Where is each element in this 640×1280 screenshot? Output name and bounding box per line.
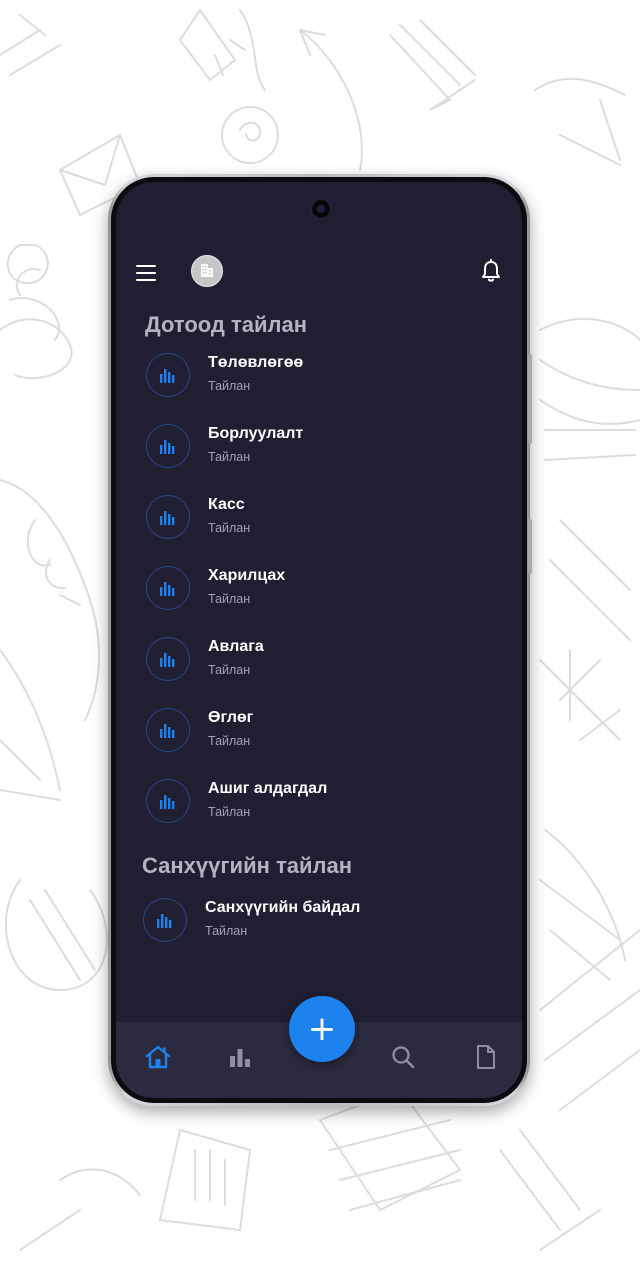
report-item-subtitle: Тайлан — [208, 592, 251, 606]
report-item-title: Ашиг алдагдал — [208, 780, 328, 797]
report-item[interactable]: Касс Тайлан — [146, 495, 506, 545]
phone-power-button — [528, 519, 532, 574]
report-icon-circle — [146, 708, 190, 752]
report-icon-circle — [146, 353, 190, 397]
app-screen: Дотоод тайлан Төлөвлөгөө Тайлан Борлуулалт… — [116, 182, 522, 1098]
report-icon-circle — [143, 898, 187, 942]
report-item[interactable]: Төлөвлөгөө Тайлан — [146, 353, 506, 403]
report-item[interactable]: Харилцах Тайлан — [146, 566, 506, 616]
section-title-internal-reports: Дотоод тайлан — [145, 312, 308, 337]
report-item-subtitle: Тайлан — [208, 734, 251, 748]
report-item-subtitle: Тайлан — [208, 663, 251, 677]
report-icon-circle — [146, 566, 190, 610]
menu-icon[interactable] — [136, 265, 156, 282]
home-icon[interactable] — [145, 1044, 171, 1070]
section-title-financial-reports: Санхүүгийн тайлан — [142, 853, 353, 878]
report-item-title: Авлага — [208, 638, 264, 655]
report-item-title: Санхүүгийн байдал — [205, 899, 361, 916]
report-icon-circle — [146, 495, 190, 539]
bar-chart-icon — [160, 440, 175, 454]
report-item[interactable]: Ашиг алдагдал Тайлан — [146, 779, 506, 829]
phone-frame: Дотоод тайлан Төлөвлөгөө Тайлан Борлуулалт… — [108, 174, 532, 1106]
report-item-title: Төлөвлөгөө — [208, 354, 304, 371]
bar-chart-icon — [160, 724, 175, 738]
report-icon-circle — [146, 637, 190, 681]
report-item-subtitle: Тайлан — [208, 521, 251, 535]
document-icon[interactable] — [473, 1044, 499, 1070]
bar-chart-icon[interactable] — [227, 1044, 253, 1070]
report-item-title: Борлуулалт — [208, 425, 304, 442]
bell-icon[interactable] — [480, 259, 502, 283]
report-item-title: Касс — [208, 496, 245, 513]
phone-bezel: Дотоод тайлан Төлөвлөгөө Тайлан Борлуулалт… — [111, 177, 527, 1103]
report-item[interactable]: Борлуулалт Тайлан — [146, 424, 506, 474]
report-icon-circle — [146, 424, 190, 468]
report-item-title: Харилцах — [208, 567, 286, 584]
report-icon-circle — [146, 779, 190, 823]
app-header — [116, 255, 522, 297]
report-item-subtitle: Тайлан — [208, 805, 251, 819]
report-item[interactable]: Өглөг Тайлан — [146, 708, 506, 758]
report-item-subtitle: Тайлан — [205, 924, 248, 938]
report-item-title: Өглөг — [208, 709, 254, 726]
bar-chart-icon — [160, 582, 175, 596]
front-camera — [311, 199, 331, 219]
phone-volume-button — [528, 354, 532, 444]
company-building-icon[interactable] — [191, 255, 223, 287]
add-button[interactable]: + — [289, 996, 355, 1062]
bar-chart-icon — [160, 369, 175, 383]
bar-chart-icon — [160, 795, 175, 809]
report-item[interactable]: Авлага Тайлан — [146, 637, 506, 687]
report-item-subtitle: Тайлан — [208, 450, 251, 464]
search-icon[interactable] — [390, 1044, 416, 1070]
bar-chart-icon — [160, 653, 175, 667]
bar-chart-icon — [160, 511, 175, 525]
report-item-subtitle: Тайлан — [208, 379, 251, 393]
report-item[interactable]: Санхүүгийн байдал Тайлан — [143, 898, 503, 948]
bar-chart-icon — [157, 914, 172, 928]
